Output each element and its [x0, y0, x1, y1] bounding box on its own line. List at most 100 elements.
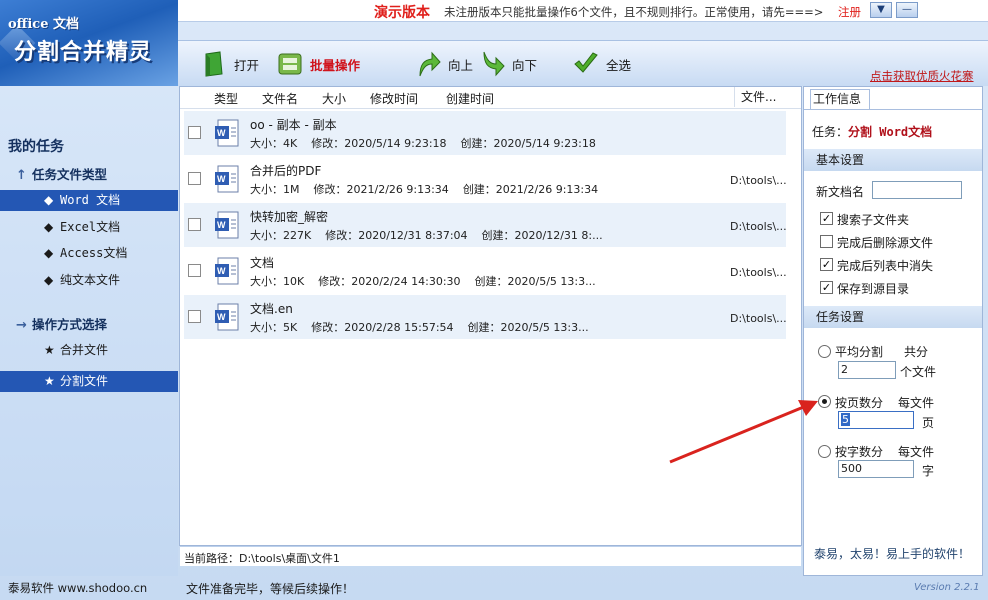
- select-all-label: 全选: [606, 57, 632, 73]
- split-by-pages-prefix: 每文件: [898, 396, 935, 410]
- split-average-suffix: 个文件: [900, 365, 937, 379]
- open-folder-icon: [205, 51, 223, 77]
- diamond-icon: ◆: [44, 220, 54, 234]
- option-search-subfolders-label: 搜索子文件夹: [837, 213, 910, 227]
- move-up-label: 向上: [448, 57, 474, 73]
- file-name: 文档: [250, 256, 275, 270]
- sidebar-item-label: 合并文件: [60, 343, 109, 357]
- toolbar: 打开 批量操作 向上 向下 全选 点击获取优质火花寨: [178, 40, 988, 86]
- file-meta: 大小：10K 修改：2020/2/24 14:30:30 创建：2020/5/5…: [250, 273, 596, 289]
- register-link[interactable]: 注册: [838, 4, 861, 20]
- sidebar-item-word[interactable]: ◆ Word 文档: [0, 190, 178, 211]
- status-message: 文件准备完毕，等候后续操作！: [186, 582, 355, 596]
- chevron-down-icon: ▼: [877, 4, 885, 15]
- option-search-subfolders-checkbox[interactable]: ✓: [820, 212, 833, 225]
- table-row[interactable]: W 快转加密_解密 大小：227K 修改：2020/12/31 8:37:04 …: [184, 203, 787, 247]
- column-size[interactable]: 大小: [322, 90, 346, 107]
- arrow-down-green-icon: [483, 51, 505, 77]
- split-by-pages-input[interactable]: 5: [838, 411, 914, 429]
- file-name: 合并后的PDF: [250, 164, 322, 178]
- diamond-icon: ◆: [44, 273, 54, 287]
- column-created[interactable]: 创建时间: [446, 90, 494, 107]
- sidebar: 我的任务 ↑ 任务文件类型 ◆ Word 文档 ◆ Excel文档 ◆ Access文档…: [0, 86, 178, 576]
- option-delete-source-label: 完成后删除源文件: [837, 236, 934, 250]
- option-remove-from-list-checkbox[interactable]: ✓: [820, 258, 833, 271]
- column-path[interactable]: 文件...: [734, 87, 776, 107]
- restore-button[interactable]: —: [896, 2, 918, 18]
- sidebar-item-label: Word 文档: [60, 193, 121, 207]
- task-prefix: 任务：: [812, 125, 849, 139]
- row-checkbox[interactable]: [188, 310, 201, 323]
- file-created: 创建：2020/5/5 13:3...: [474, 275, 596, 288]
- row-checkbox[interactable]: [188, 172, 201, 185]
- new-doc-name-input[interactable]: [872, 181, 962, 199]
- batch-icon: [278, 53, 302, 75]
- file-modified: 修改：2020/5/14 9:23:18: [311, 137, 447, 150]
- row-checkbox[interactable]: [188, 126, 201, 139]
- tab-divider: [804, 109, 982, 110]
- split-by-chars-input[interactable]: 500: [838, 460, 914, 478]
- sidebar-item-split[interactable]: ★ 分割文件: [0, 371, 178, 392]
- sidebar-item-merge[interactable]: ★ 合并文件: [0, 340, 178, 361]
- minimize-button[interactable]: ▼: [870, 2, 892, 18]
- split-average-radio[interactable]: [818, 345, 831, 358]
- split-by-pages-radio[interactable]: [818, 395, 831, 408]
- sidebar-item-excel[interactable]: ◆ Excel文档: [0, 217, 178, 238]
- table-row[interactable]: W oo - 副本 - 副本 大小：4K 修改：2020/5/14 9:23:1…: [184, 111, 786, 155]
- split-by-pages-suffix: 页: [922, 416, 935, 430]
- batch-operation-button[interactable]: 批量操作: [276, 50, 360, 78]
- file-name: 快转加密_解密: [250, 210, 329, 224]
- file-created: 创建：2020/5/14 9:23:18: [460, 137, 596, 150]
- sidebar-item-label: 分割文件: [60, 374, 109, 388]
- split-by-chars-radio[interactable]: [818, 445, 831, 458]
- file-path: D:\tools\...: [730, 174, 787, 187]
- arrow-up-green-icon: [419, 51, 441, 77]
- file-path: D:\tools\...: [730, 220, 787, 233]
- split-by-pages-label: 按页数分: [835, 396, 884, 410]
- move-up-button[interactable]: 向上: [414, 50, 473, 78]
- column-type[interactable]: 类型: [214, 90, 238, 107]
- option-save-to-source-checkbox[interactable]: ✓: [820, 281, 833, 294]
- application-window: 演示版本 未注册版本只能批量操作6个文件，且不规则排行。正常使用，请先===> …: [0, 0, 988, 600]
- operation-mode-label: 操作方式选择: [32, 317, 108, 332]
- sidebar-item-access[interactable]: ◆ Access文档: [0, 243, 178, 264]
- my-tasks-heading: 我的任务: [8, 139, 64, 155]
- move-down-label: 向下: [512, 57, 538, 73]
- word-document-icon: W: [215, 165, 239, 193]
- svg-text:W: W: [217, 266, 226, 276]
- row-checkbox[interactable]: [188, 264, 201, 277]
- file-created: 创建：2021/2/26 9:13:34: [462, 183, 599, 196]
- file-size: 大小：4K: [250, 137, 298, 150]
- column-modified[interactable]: 修改时间: [370, 90, 418, 107]
- file-meta: 大小：227K 修改：2020/12/31 8:37:04 创建：2020/12…: [250, 227, 603, 243]
- sidebar-item-text[interactable]: ◆ 纯文本文件: [0, 270, 178, 291]
- basic-settings-section: 基本设置: [804, 149, 982, 171]
- column-name[interactable]: 文件名: [262, 90, 298, 107]
- promo-link[interactable]: 点击获取优质火花寨: [870, 68, 974, 84]
- open-label: 打开: [234, 57, 260, 73]
- minimize-icon: —: [902, 4, 912, 15]
- open-button[interactable]: 打开: [200, 50, 259, 78]
- table-row[interactable]: W 文档.en 大小：5K 修改：2020/2/28 15:57:54 创建：2…: [184, 295, 787, 339]
- current-path-bar: 当前路径：D:\tools\桌面\文件1: [180, 546, 801, 566]
- table-row[interactable]: W 合并后的PDF 大小：1M 修改：2021/2/26 9:13:34 创建：…: [184, 157, 787, 201]
- svg-text:W: W: [217, 174, 226, 184]
- task-info: 任务：分割 Word文档: [812, 123, 932, 140]
- tab-work-info[interactable]: 工作信息: [810, 89, 870, 109]
- file-list-panel: 类型 文件名 大小 修改时间 创建时间 文件... W oo - 副本 - 副本…: [179, 86, 802, 566]
- file-name: oo - 副本 - 副本: [250, 118, 337, 132]
- star-icon: ★: [44, 343, 55, 357]
- word-document-icon: W: [215, 211, 239, 239]
- demo-version-title: 演示版本: [374, 5, 430, 21]
- svg-text:W: W: [217, 312, 226, 322]
- task-file-type-label: 任务文件类型: [32, 167, 108, 182]
- move-down-button[interactable]: 向下: [478, 50, 537, 78]
- file-modified: 修改：2020/2/28 15:57:54: [311, 321, 454, 334]
- file-path: D:\tools\...: [730, 312, 787, 325]
- row-checkbox[interactable]: [188, 218, 201, 231]
- option-delete-source-checkbox[interactable]: [820, 235, 833, 248]
- table-row[interactable]: W 文档 大小：10K 修改：2020/2/24 14:30:30 创建：202…: [184, 249, 787, 293]
- sidebar-item-label: 纯文本文件: [60, 273, 121, 287]
- select-all-button[interactable]: 全选: [572, 50, 631, 78]
- split-average-input[interactable]: 2: [838, 361, 896, 379]
